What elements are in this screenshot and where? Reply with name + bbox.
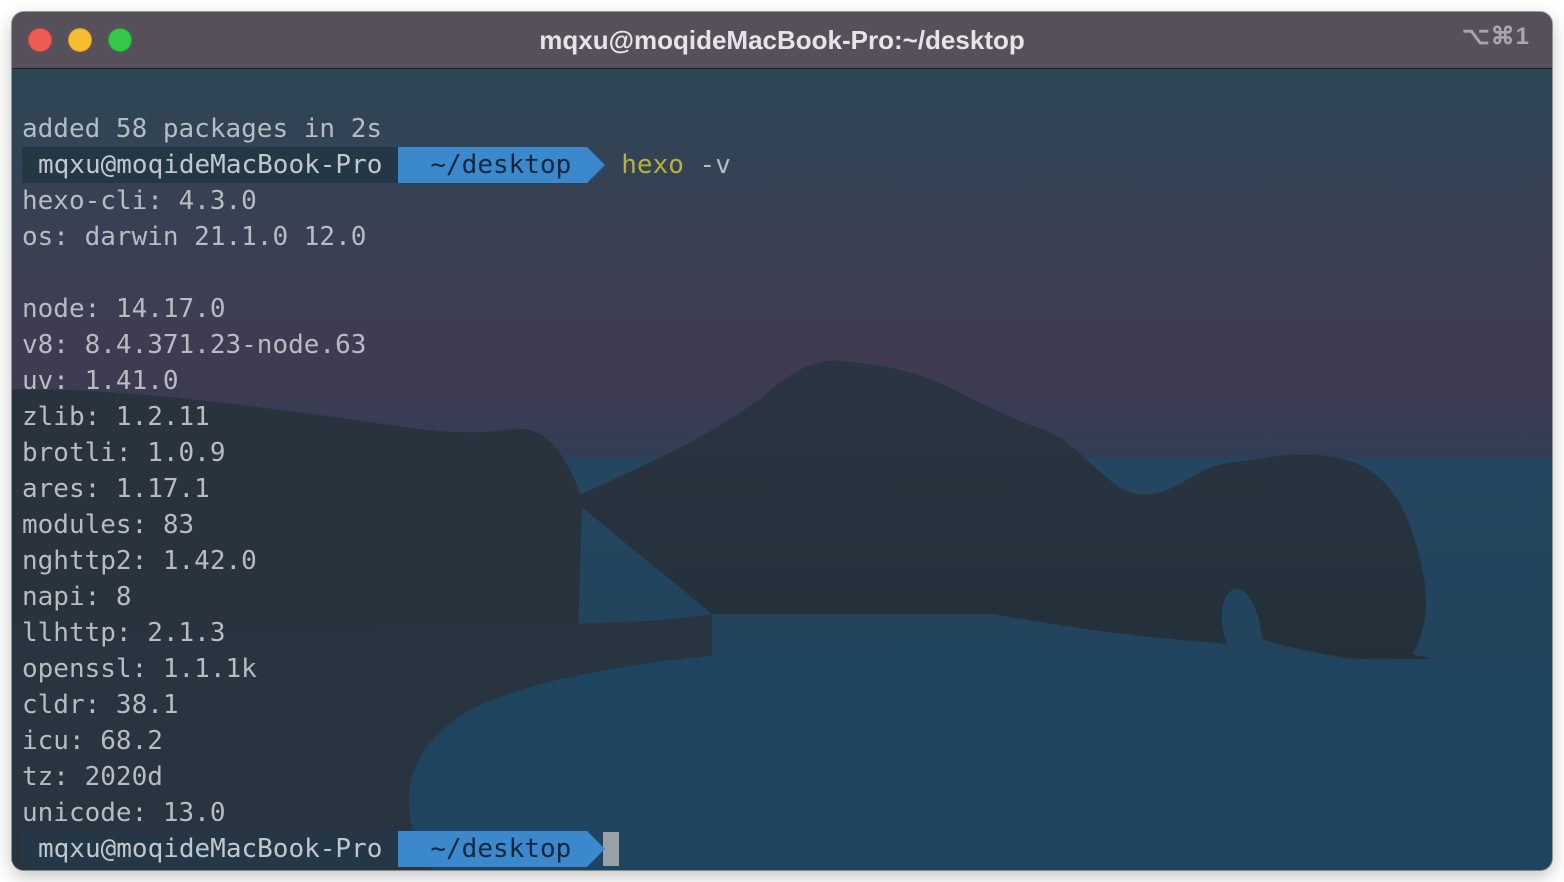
prompt-dir-segment: ~/desktop: [398, 831, 606, 867]
output-line: v8: 8.4.371.23-node.63: [22, 330, 367, 360]
prompt-user-segment: mqxu@moqideMacBook-Pro: [22, 831, 417, 867]
title-bar[interactable]: mqxu@moqideMacBook-Pro:~/desktop ⌥⌘1: [12, 12, 1552, 69]
output-line: tz: 2020d: [22, 762, 163, 792]
prompt-user-segment: mqxu@moqideMacBook-Pro: [22, 147, 417, 183]
output-line: llhttp: 2.1.3: [22, 618, 226, 648]
output-line: napi: 8: [22, 582, 132, 612]
output-line: os: darwin 21.1.0 12.0: [22, 222, 367, 252]
text-cursor[interactable]: [603, 832, 620, 866]
prompt-dir-segment: ~/desktop: [398, 147, 606, 183]
terminal-window: mqxu@moqideMacBook-Pro:~/desktop ⌥⌘1 add…: [12, 12, 1552, 870]
output-line: ares: 1.17.1: [22, 474, 210, 504]
output-line: nghttp2: 1.42.0: [22, 546, 257, 576]
terminal-text-area[interactable]: added 58 packages in 2s mqxu@moqideMacBo…: [12, 69, 1552, 870]
output-line: cldr: 38.1: [22, 690, 179, 720]
output-line: added 58 packages in 2s: [22, 114, 383, 144]
window-shortcut-label: ⌥⌘1: [1461, 23, 1530, 50]
output-line: icu: 68.2: [22, 726, 163, 756]
window-title: mqxu@moqideMacBook-Pro:~/desktop: [539, 25, 1025, 55]
command-text: hexo -v: [621, 147, 731, 183]
output-line: modules: 83: [22, 510, 195, 540]
prompt-line-current[interactable]: mqxu@moqideMacBook-Pro ~/desktop: [22, 831, 620, 867]
command-args: -v: [699, 150, 731, 180]
output-line: openssl: 1.1.1k: [22, 654, 257, 684]
terminal-content[interactable]: added 58 packages in 2s mqxu@moqideMacBo…: [12, 69, 1552, 870]
output-line: unicode: 13.0: [22, 798, 226, 828]
output-line: zlib: 1.2.11: [22, 402, 210, 432]
output-line: brotli: 1.0.9: [22, 438, 226, 468]
command-name: hexo: [621, 150, 684, 180]
output-line: uv: 1.41.0: [22, 366, 179, 396]
output-line: hexo-cli: 4.3.0: [22, 186, 257, 216]
output-line: node: 14.17.0: [22, 294, 226, 324]
prompt-line: mqxu@moqideMacBook-Pro ~/desktop hexo -v: [22, 147, 731, 183]
